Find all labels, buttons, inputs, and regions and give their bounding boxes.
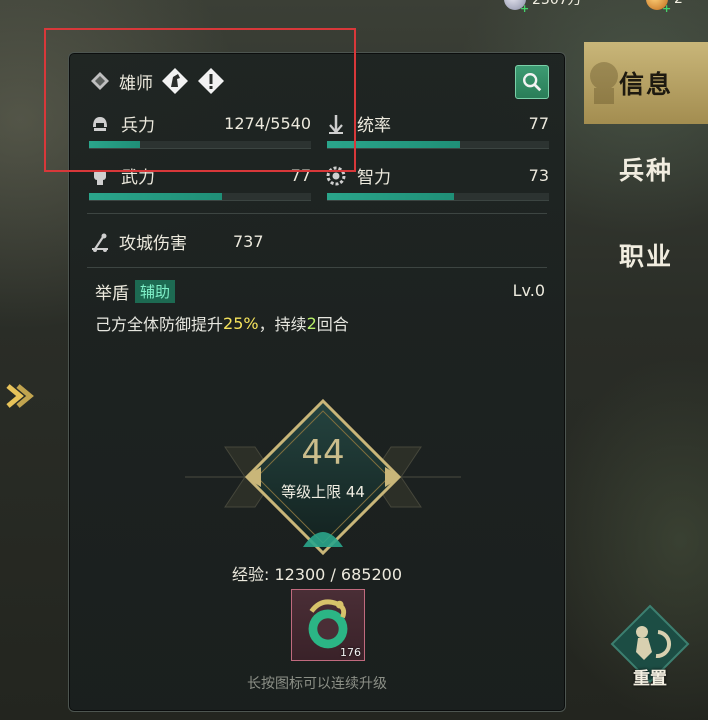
experience-text: 经验: 12300 / 685200 xyxy=(231,565,403,584)
skill-desc-pct: 25% xyxy=(223,313,259,333)
diamond-rank-icon xyxy=(91,72,109,90)
skill-desc-prefix: 己方全体防御提升 xyxy=(95,315,224,334)
search-icon xyxy=(523,73,542,92)
reset-label: 重置 xyxy=(633,669,667,689)
skill-header: 举盾 辅助 xyxy=(95,279,176,304)
tab-info-label: 信息 xyxy=(618,70,673,99)
catapult-icon xyxy=(92,233,108,252)
stat-troops: 兵力 1274/5540 xyxy=(89,111,311,136)
upgrade-item-slot[interactable]: 176 xyxy=(291,589,365,661)
side-tabs: 信息 兵种 职业 xyxy=(584,42,708,300)
skill-desc-turns: 2 xyxy=(306,313,317,333)
skill-desc-suffix: 回合 xyxy=(316,315,349,334)
unit-name-row: 雄师 xyxy=(89,67,225,95)
troops-value: 1274/5540 xyxy=(224,114,311,133)
force-label: 武力 xyxy=(121,168,155,188)
skill-description: 己方全体防御提升 25% ，持续 2 回合 xyxy=(95,311,349,335)
sword-down-icon xyxy=(329,114,343,134)
tab-profession[interactable]: 职业 xyxy=(584,214,708,296)
tab-profession-label: 职业 xyxy=(618,242,673,271)
resource-gold-value: 2 xyxy=(674,0,683,7)
command-value: 77 xyxy=(528,114,549,133)
command-bar xyxy=(327,141,549,149)
siege-label: 攻城伤害 xyxy=(119,234,187,254)
siege-value: 737 xyxy=(233,232,264,251)
brain-gear-icon xyxy=(326,166,346,185)
divider xyxy=(87,267,547,268)
resource-gold[interactable]: + 2 xyxy=(646,0,683,14)
tab-troop-type-label: 兵种 xyxy=(618,156,673,185)
gold-orb-icon: + xyxy=(646,0,671,14)
skill-level: Lv.0 xyxy=(512,281,545,300)
helmet-icon xyxy=(93,116,107,131)
level-emblem[interactable]: 44 等级上限 44 xyxy=(243,397,403,557)
fist-icon xyxy=(94,169,106,185)
level-number: 44 xyxy=(301,433,345,473)
resource-silver-value: 2307万 xyxy=(532,0,582,8)
force-bar xyxy=(89,193,311,201)
skill-tag: 辅助 xyxy=(135,280,176,303)
tab-troop-type[interactable]: 兵种 xyxy=(584,128,708,210)
cavalry-icon[interactable] xyxy=(161,67,189,95)
tab-info[interactable]: 信息 xyxy=(584,42,708,124)
command-label: 统率 xyxy=(357,116,391,136)
skill-name: 举盾 xyxy=(95,284,129,304)
silver-orb-icon: + xyxy=(504,0,529,14)
divider xyxy=(87,213,547,214)
level-cap-text: 等级上限 44 xyxy=(281,483,365,501)
reset-button[interactable]: 重置 xyxy=(608,602,692,694)
level-diamond-frame xyxy=(244,398,402,556)
troops-label: 兵力 xyxy=(121,116,155,136)
item-count: 176 xyxy=(340,646,361,659)
tab-emblem-icon xyxy=(590,62,618,104)
intel-label: 智力 xyxy=(357,168,391,188)
stat-siege: 攻城伤害 737 xyxy=(89,229,264,254)
stat-command: 统率 77 xyxy=(325,111,549,136)
force-value: 77 xyxy=(290,166,311,185)
search-button[interactable] xyxy=(515,65,549,99)
unit-info-panel: 雄师 兵力 1274/5540 统率 77 武力 77 智力 73 攻城伤害 7… xyxy=(68,52,566,712)
skill-desc-mid: ，持续 xyxy=(258,315,307,334)
unit-name: 雄师 xyxy=(119,73,153,94)
intel-bar xyxy=(327,193,549,201)
troops-bar xyxy=(89,141,311,149)
intel-value: 73 xyxy=(528,166,549,185)
stat-intel: 智力 73 xyxy=(325,163,549,188)
stat-force: 武力 77 xyxy=(89,163,311,188)
upgrade-hint: 长按图标可以连续升级 xyxy=(247,676,387,692)
expand-arrow-icon[interactable] xyxy=(4,378,38,414)
alert-icon[interactable] xyxy=(197,67,225,95)
skill-level-row: Lv.0 xyxy=(513,281,545,300)
resource-silver[interactable]: + 2307万 xyxy=(504,0,582,14)
